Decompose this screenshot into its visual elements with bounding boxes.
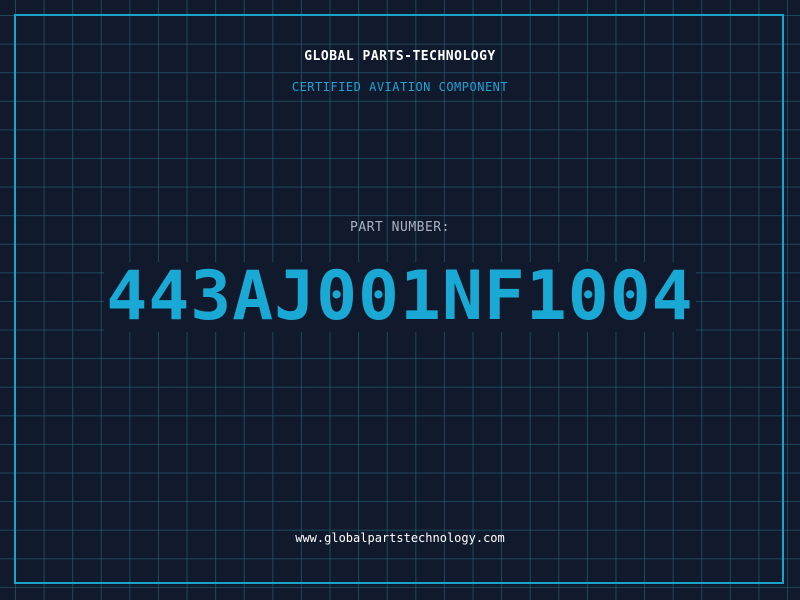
website-url: www.globalpartstechnology.com [295,531,505,545]
part-number-container: 443AJ001NF1004 [0,262,800,332]
certification-subtitle: CERTIFIED AVIATION COMPONENT [291,80,509,94]
part-number-label: PART NUMBER: [350,220,450,235]
certificate-canvas: GLOBAL PARTS-TECHNOLOGY CERTIFIED AVIATI… [0,0,800,600]
company-name: GLOBAL PARTS-TECHNOLOGY [304,49,496,64]
part-number-value: 443AJ001NF1004 [104,257,696,336]
